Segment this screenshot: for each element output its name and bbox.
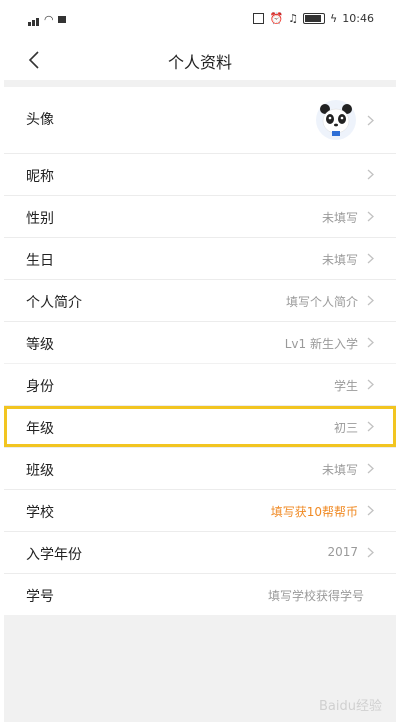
avatar[interactable] <box>316 100 356 140</box>
row-value: 学生 <box>333 379 358 393</box>
bio-row[interactable]: 个人简介 填写个人简介 <box>4 279 396 321</box>
chevron-right-icon <box>367 379 374 390</box>
level-row[interactable]: 等级 Lv1 新生入学 <box>4 321 396 363</box>
row-label: 身份 <box>26 379 54 395</box>
basic-info-group: 头像 昵称 性别 未填写 生日 未填写 个人简介 填写个人简介 等级 Lv1 新… <box>4 87 396 363</box>
row-label: 生日 <box>26 253 54 269</box>
row-label: 性别 <box>26 211 54 227</box>
avatar-row[interactable]: 头像 <box>4 87 396 153</box>
chevron-right-icon <box>367 463 374 474</box>
chevron-right-icon <box>367 211 374 222</box>
page-title: 个人资料 <box>167 53 232 72</box>
status-bar: ◠ ⏰ ♫ ϟ 10:46 <box>4 0 396 40</box>
row-label: 昵称 <box>26 169 54 185</box>
watermark: Baidu经验 <box>319 699 382 714</box>
row-value: Lv1 新生入学 <box>284 337 358 351</box>
row-label: 班级 <box>26 463 54 479</box>
signal-icon <box>28 13 40 26</box>
chevron-right-icon <box>367 547 374 558</box>
row-value: 填写个人简介 <box>285 295 358 309</box>
alarm-icon: ⏰ <box>269 12 284 25</box>
phone-screen: ◠ ⏰ ♫ ϟ 10:46 个人资料 头像 昵称 性别 未填写 生日 未填写 个… <box>4 0 396 722</box>
row-value: 未填写 <box>321 253 358 267</box>
class-row[interactable]: 班级 未填写 <box>4 447 396 489</box>
row-label: 年级 <box>26 421 54 437</box>
wifi-icon: ◠ <box>44 13 54 26</box>
row-label: 学校 <box>26 505 54 521</box>
row-label: 个人简介 <box>26 295 82 311</box>
row-value: 填写学校获得学号 <box>267 589 364 603</box>
chevron-right-icon <box>367 505 374 516</box>
birthday-row[interactable]: 生日 未填写 <box>4 237 396 279</box>
row-label: 入学年份 <box>26 547 82 563</box>
message-icon <box>57 16 66 23</box>
status-time: 10:46 <box>342 12 374 25</box>
status-left-icons: ◠ <box>28 13 66 26</box>
row-label: 头像 <box>26 112 54 128</box>
row-label: 等级 <box>26 337 54 353</box>
mute-icon: ♫ <box>288 12 299 25</box>
grade-row[interactable]: 年级 初三 <box>4 405 396 447</box>
battery-icon <box>303 13 326 24</box>
row-value: 未填写 <box>321 211 358 225</box>
chevron-right-icon <box>367 337 374 348</box>
row-label: 学号 <box>26 589 54 605</box>
chevron-right-icon <box>367 253 374 264</box>
nickname-row[interactable]: 昵称 <box>4 153 396 195</box>
navigation-bar: 个人资料 <box>4 40 396 80</box>
gender-row[interactable]: 性别 未填写 <box>4 195 396 237</box>
status-right-icons: ⏰ ♫ ϟ 10:46 <box>253 12 374 25</box>
row-value: 初三 <box>333 421 358 435</box>
school-info-group: 身份 学生 年级 初三 班级 未填写 学校 填写获10帮帮币 入学年份 2017… <box>4 364 396 615</box>
chevron-right-icon <box>367 295 374 306</box>
nfc-icon <box>253 13 265 24</box>
enrollment-year-row[interactable]: 入学年份 2017 <box>4 531 396 573</box>
chevron-right-icon <box>367 421 374 432</box>
chevron-right-icon <box>367 169 374 180</box>
chevron-right-icon <box>367 115 374 126</box>
school-row[interactable]: 学校 填写获10帮帮币 <box>4 489 396 531</box>
row-value: 未填写 <box>321 463 358 477</box>
student-id-row[interactable]: 学号 填写学校获得学号 <box>4 573 396 615</box>
identity-row[interactable]: 身份 学生 <box>4 364 396 405</box>
row-value: 填写获10帮帮币 <box>270 505 358 519</box>
row-value: 2017 <box>327 545 358 559</box>
charging-icon: ϟ <box>330 12 338 25</box>
